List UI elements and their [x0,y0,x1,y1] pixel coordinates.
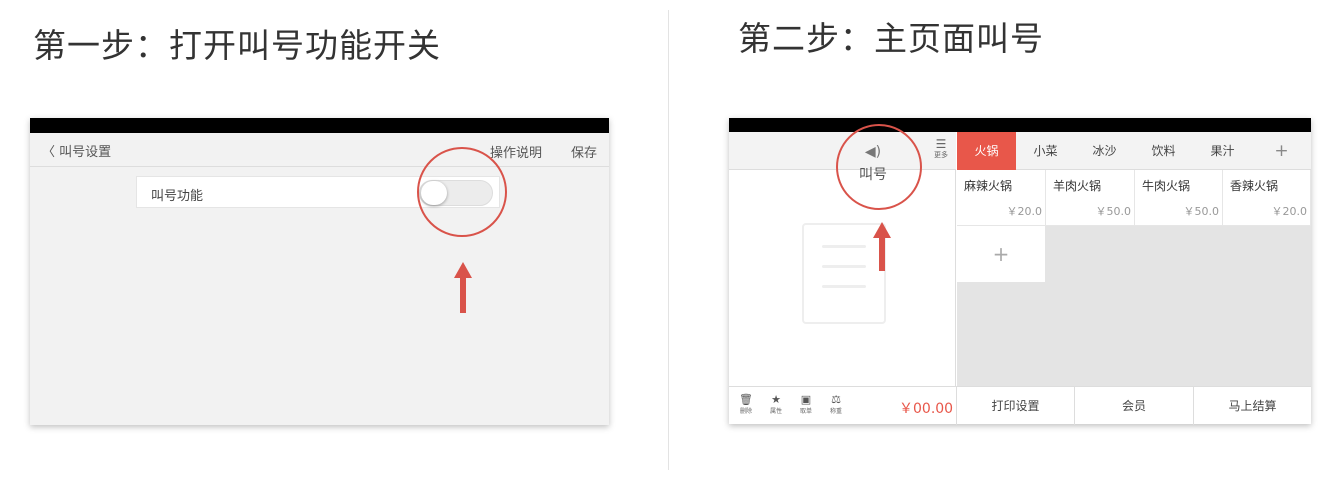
dish-price: ￥50.0 [1183,205,1220,218]
call-settings-screenshot: 〈 叫号设置 操作说明 保存 叫号功能 [30,118,609,425]
dish-price: ￥50.0 [1095,205,1132,218]
dish-name: 羊肉火锅 [1053,179,1102,193]
bottom-toolbar: 🗑 删除 ★ 属性 ▣ 取单 ⚖ 称重 ￥00.00 打印设置 会员 马上结算 [729,386,1311,425]
arrow-shaft [460,277,466,313]
tab-drinks[interactable]: 饮料 [1134,132,1193,170]
member-button[interactable]: 会员 [1074,387,1193,425]
settings-nav-bar: 〈 叫号设置 操作说明 保存 [30,133,609,167]
dish-item[interactable]: 香辣火锅 ￥20.0 [1223,170,1311,226]
step2-title: 第二步：主页面叫号 [738,19,1044,58]
scale-icon: ⚖ [831,393,841,406]
highlight-circle [417,147,507,237]
highlight-circle [836,124,922,210]
total-amount: ￥00.00 [899,401,954,417]
weigh-button[interactable]: ⚖ 称重 [825,393,847,415]
step1-title: 第一步：打开叫号功能开关 [33,26,441,65]
tab-juice[interactable]: 果汁 [1193,132,1252,170]
retrieve-order-label: 取单 [799,408,812,415]
add-category-button[interactable]: + [1252,132,1311,170]
add-dish-button[interactable]: + [957,226,1045,282]
back-button[interactable]: 〈 叫号设置 [42,141,111,160]
arrow-shaft [879,237,885,271]
checkout-button[interactable]: 马上结算 [1193,387,1311,425]
trash-icon: 🗑 [739,393,753,406]
star-icon: ★ [771,393,781,406]
attributes-button[interactable]: ★ 属性 [765,393,787,415]
dish-name: 香辣火锅 [1230,179,1279,193]
arrow-up-icon [454,262,472,278]
main-page-screenshot: ◀) 叫号 ☰ 更多 火锅 小菜 冰沙 饮料 果汁 + 麻辣火锅 ￥20.0 羊… [729,118,1311,425]
dish-name: 牛肉火锅 [1142,179,1191,193]
status-bar [30,118,609,133]
category-tabs: 火锅 小菜 冰沙 饮料 果汁 + [957,132,1311,170]
weigh-label: 称重 [829,408,842,415]
delete-button[interactable]: 🗑 删除 [735,393,757,415]
save-button[interactable]: 保存 [571,142,597,161]
dish-price: ￥20.0 [1271,205,1308,218]
retrieve-order-button[interactable]: ▣ 取单 [795,393,817,415]
tab-smoothies[interactable]: 冰沙 [1075,132,1134,170]
list-icon: ☰ [935,137,947,151]
dish-item[interactable]: 羊肉火锅 ￥50.0 [1046,170,1135,226]
arrow-up-icon [873,222,891,238]
tab-hotpot[interactable]: 火锅 [957,132,1016,170]
call-feature-label: 叫号功能 [151,189,204,204]
dish-name: 麻辣火锅 [964,179,1013,193]
print-settings-button[interactable]: 打印设置 [956,387,1074,425]
divider [668,10,669,470]
delete-label: 删除 [739,408,752,415]
dish-item[interactable]: 牛肉火锅 ￥50.0 [1135,170,1223,226]
dish-item[interactable]: 麻辣火锅 ￥20.0 [957,170,1046,226]
receipt-placeholder-icon [802,223,886,324]
status-bar [729,118,1311,132]
tab-side-dishes[interactable]: 小菜 [1016,132,1075,170]
order-icon: ▣ [800,393,812,406]
attributes-label: 属性 [769,408,782,415]
more-label: 更多 [934,151,948,159]
help-link[interactable]: 操作说明 [490,142,542,161]
dish-grid: 麻辣火锅 ￥20.0 羊肉火锅 ￥50.0 牛肉火锅 ￥50.0 香辣火锅 ￥2… [957,170,1311,386]
dish-price: ￥20.0 [1006,205,1043,218]
more-button[interactable]: ☰ 更多 [931,138,951,160]
